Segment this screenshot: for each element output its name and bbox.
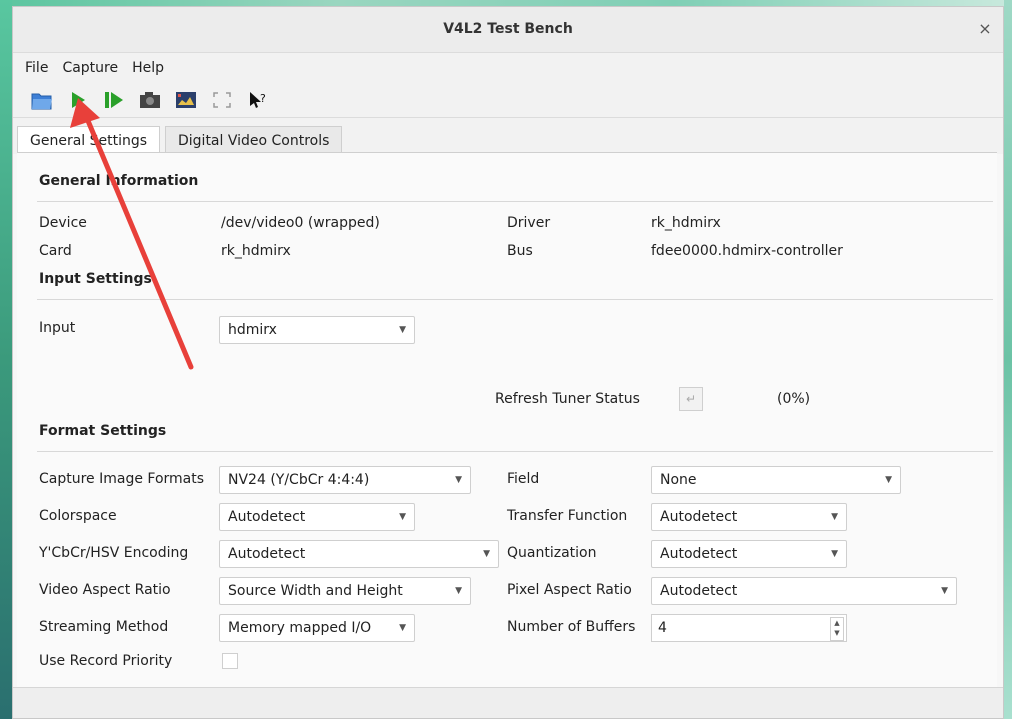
transfer-function-select[interactable]: Autodetect ▼	[651, 503, 847, 531]
encoding-label: Y'CbCr/HSV Encoding	[39, 545, 189, 561]
quantization-value: Autodetect	[660, 546, 738, 562]
divider	[37, 299, 993, 300]
pixel-aspect-select[interactable]: Autodetect ▼	[651, 577, 957, 605]
transfer-function-label: Transfer Function	[507, 508, 628, 524]
step-icon[interactable]	[101, 87, 127, 113]
pixel-aspect-value: Autodetect	[660, 583, 738, 599]
field-label: Field	[507, 471, 540, 487]
input-select[interactable]: hdmirx ▼	[219, 316, 415, 344]
video-aspect-value: Source Width and Height	[228, 583, 403, 599]
svg-text:?: ?	[260, 92, 266, 105]
streaming-method-value: Memory mapped I/O	[228, 620, 372, 636]
bus-label: Bus	[507, 243, 533, 259]
capture-formats-value: NV24 (Y/CbCr 4:4:4)	[228, 472, 370, 488]
input-label: Input	[39, 320, 76, 336]
record-priority-label: Use Record Priority	[39, 653, 173, 669]
tuner-percent: (0%)	[777, 391, 811, 407]
transfer-function-value: Autodetect	[660, 509, 738, 525]
tab-bar: General Settings Digital Video Controls	[13, 118, 1003, 156]
field-value: None	[660, 472, 697, 488]
menu-file[interactable]: File	[25, 60, 48, 76]
chevron-down-icon: ▼	[399, 623, 406, 633]
input-select-value: hdmirx	[228, 322, 277, 338]
chevron-down-icon: ▼	[831, 512, 838, 522]
video-aspect-label: Video Aspect Ratio	[39, 582, 171, 598]
encoding-value: Autodetect	[228, 546, 306, 562]
record-priority-checkbox[interactable]	[222, 653, 238, 669]
field-select[interactable]: None ▼	[651, 466, 901, 494]
capture-formats-select[interactable]: NV24 (Y/CbCr 4:4:4) ▼	[219, 466, 471, 494]
chevron-down-icon: ▼	[455, 586, 462, 596]
status-bar	[13, 687, 1003, 718]
menu-help[interactable]: Help	[132, 60, 164, 76]
pixel-aspect-label: Pixel Aspect Ratio	[507, 582, 632, 598]
desktop-background-left	[0, 0, 12, 719]
general-information-heading: General Information	[39, 173, 199, 189]
spin-arrows-icon[interactable]: ▲ ▼	[830, 617, 844, 641]
chevron-down-icon: ▼	[399, 512, 406, 522]
chevron-down-icon: ▼	[831, 549, 838, 559]
card-label: Card	[39, 243, 72, 259]
chevron-down-icon: ▼	[399, 325, 406, 335]
whats-this-icon[interactable]: ?	[245, 87, 271, 113]
bus-value: fdee0000.hdmirx-controller	[651, 243, 843, 259]
chevron-down-icon: ▼	[455, 475, 462, 485]
divider	[37, 451, 993, 452]
toolbar: ?	[13, 83, 1003, 118]
refresh-tuner-button[interactable]: ↵	[679, 387, 703, 411]
refresh-tuner-label: Refresh Tuner Status	[495, 391, 640, 407]
format-settings-heading: Format Settings	[39, 423, 167, 439]
quantization-label: Quantization	[507, 545, 597, 561]
camera-icon[interactable]	[137, 87, 163, 113]
colorspace-label: Colorspace	[39, 508, 117, 524]
desktop-background-right	[1004, 0, 1012, 719]
window-title: V4L2 Test Bench	[443, 21, 573, 37]
input-settings-heading: Input Settings	[39, 271, 152, 287]
buffers-value: 4	[658, 620, 667, 636]
encoding-select[interactable]: Autodetect ▼	[219, 540, 499, 568]
driver-label: Driver	[507, 215, 551, 231]
menu-bar: File Capture Help	[13, 53, 1003, 83]
quantization-select[interactable]: Autodetect ▼	[651, 540, 847, 568]
title-bar[interactable]: V4L2 Test Bench ×	[13, 7, 1003, 53]
driver-value: rk_hdmirx	[651, 215, 721, 231]
capture-formats-label: Capture Image Formats	[39, 471, 205, 487]
app-window: V4L2 Test Bench × File Capture Help ? Ge…	[12, 6, 1004, 719]
streaming-method-label: Streaming Method	[39, 619, 169, 635]
open-icon[interactable]	[29, 87, 55, 113]
colorspace-select[interactable]: Autodetect ▼	[219, 503, 415, 531]
colorspace-value: Autodetect	[228, 509, 306, 525]
divider	[37, 201, 993, 202]
buffers-spinbox[interactable]: 4 ▲ ▼	[651, 614, 847, 642]
chevron-down-icon: ▼	[941, 586, 948, 596]
general-settings-panel: General Information Device /dev/video0 (…	[17, 152, 997, 689]
card-value: rk_hdmirx	[221, 243, 291, 259]
chevron-down-icon: ▼	[483, 549, 490, 559]
device-value: /dev/video0 (wrapped)	[221, 215, 380, 231]
device-label: Device	[39, 215, 87, 231]
menu-capture[interactable]: Capture	[62, 60, 118, 76]
video-aspect-select[interactable]: Source Width and Height ▼	[219, 577, 471, 605]
fullscreen-icon[interactable]	[209, 87, 235, 113]
play-icon[interactable]	[65, 87, 91, 113]
close-icon[interactable]: ×	[975, 19, 995, 39]
screenshot-icon[interactable]	[173, 87, 199, 113]
buffers-label: Number of Buffers	[507, 619, 636, 635]
tab-digital-video-controls[interactable]: Digital Video Controls	[165, 126, 343, 155]
streaming-method-select[interactable]: Memory mapped I/O ▼	[219, 614, 415, 642]
chevron-down-icon: ▼	[885, 475, 892, 485]
